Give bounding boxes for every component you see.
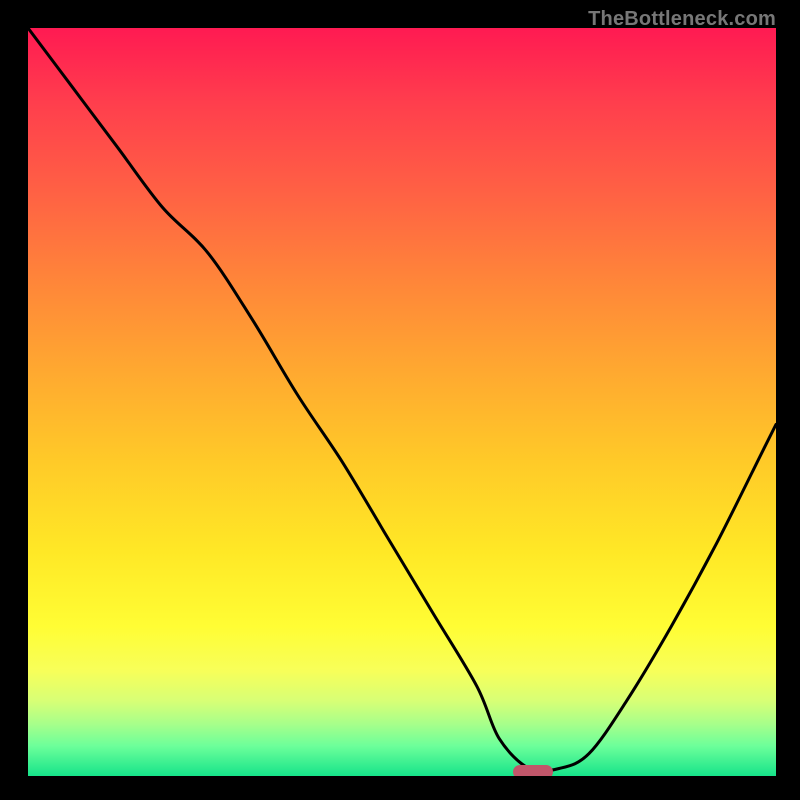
optimal-marker — [513, 765, 553, 776]
plot-area — [28, 28, 776, 776]
chart-frame: TheBottleneck.com — [0, 0, 800, 800]
bottleneck-curve — [28, 28, 776, 776]
